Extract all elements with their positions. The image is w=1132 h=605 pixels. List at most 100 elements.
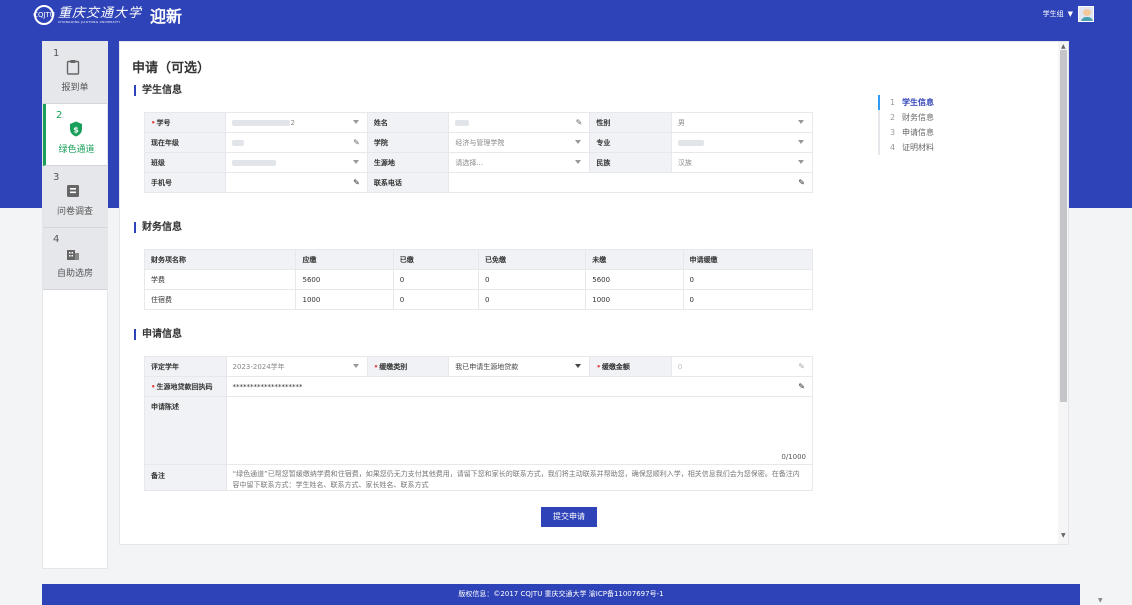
pencil-icon: ✎ [353,178,360,187]
toc-item-docs[interactable]: 4 证明材料 [878,140,998,155]
label-text: 评定学年 [151,362,179,371]
label-text: 姓名 [373,118,388,127]
field-label-id: •学号 [143,112,227,133]
finance-header: 申请缓缴 [682,249,814,270]
contact-phone-input[interactable]: ✎ [448,172,813,193]
table-row: 住宿费 1000 0 0 1000 0 [143,289,814,310]
toc-item-finance[interactable]: 2 财务信息 [878,110,998,125]
pencil-icon: ✎ [798,382,805,391]
step-item-3[interactable]: 3 问卷调查 [43,166,107,228]
scroll-up-icon[interactable]: ▲ [1061,43,1066,50]
label-text: 专业 [596,138,611,147]
step-sidebar: 1 报到单 2 $ 绿色通道 3 问卷调查 4 自助选房 [42,41,108,569]
type-value: 我已申请生源地贷款 [455,362,519,371]
pencil-icon: ✎ [575,118,583,127]
grade-field[interactable]: ✎ [225,132,368,153]
remark-field[interactable]: “绿色通道”已帮您暂缓缴纳学费和住宿费，如果您仍无力支付其他费用，请留下您和家长… [225,464,814,491]
label-text: 现在年级 [151,138,179,147]
site-logo[interactable]: CQJTU 重庆交通大学 CHONGQING JIAOTONG UNIVERSI… [33,3,182,27]
table-row: 学费 5600 0 0 5600 0 [143,269,814,290]
field-label-major: 专业 [589,132,672,153]
loan-code-input[interactable]: ******************** ✎ [225,376,814,397]
footer-text: 版权信息：©2017 CQJTU 重庆交通大学 渝ICP备11007697号-1 [458,590,664,598]
chevron-down-icon [798,120,804,124]
scrollbar[interactable]: ▲ ▼ [1058,42,1068,544]
loan-code-value: ******************** [232,382,303,391]
label-text: 生源地 [373,158,395,167]
class-select[interactable] [225,152,368,173]
scrollbar-thumb[interactable] [1060,50,1067,402]
ethnic-value: 汉族 [677,158,692,167]
student-id-value: 2 [290,118,295,127]
step-item-4[interactable]: 4 自助选房 [43,228,107,290]
survey-icon [67,185,79,197]
label-text: 生源地贷款回执码 [156,382,213,391]
field-label-amount: •缓缴金额 [589,356,672,377]
field-label-type: •缓缴类别 [366,356,450,377]
finance-header: 未缴 [585,249,684,270]
step-label: 问卷调查 [56,207,93,217]
step-label: 绿色通道 [58,145,95,155]
chevron-down-icon [575,160,582,164]
svg-text:$: $ [73,126,79,135]
field-label-statement: 申请陈述 [144,396,227,465]
masked-value [232,139,245,146]
label-text: 性别 [596,118,611,127]
mobile-input[interactable]: ✎ [225,172,368,193]
masked-value [232,159,277,166]
table-cell: 0 [682,289,814,310]
year-value: 2023-2024学年 [232,362,285,371]
step-number: 2 [56,110,63,121]
amount-placeholder: 0 [677,362,683,371]
label-text: 缓缴金额 [601,362,630,371]
gender-value: 男 [677,118,685,127]
scroll-down-icon[interactable]: ▼ [1061,532,1066,539]
field-label-ethnic: 民族 [589,152,672,173]
label-text: 申请陈述 [151,403,179,411]
school-name-en: CHONGQING JIAOTONG UNIVERSITY [58,19,121,24]
toc-item-apply[interactable]: 3 申请信息 [878,125,998,140]
step-label: 自助选房 [56,269,93,279]
remark-text: “绿色通道”已帮您暂缓缴纳学费和住宿费，如果您仍无力支付其他费用，请留下您和家长… [232,470,800,489]
field-label-year: 评定学年 [144,356,227,377]
avatar[interactable] [1078,6,1094,22]
origin-select[interactable]: 请选择... [448,152,591,173]
label-text: 民族 [596,158,611,167]
type-select[interactable]: 我已申请生源地贷款 [448,356,591,377]
table-cell: 0 [392,289,479,310]
pencil-icon: ✎ [798,178,805,187]
footer: 版权信息：©2017 CQJTU 重庆交通大学 渝ICP备11007697号-1 [42,584,1080,605]
pencil-icon: ✎ [798,362,805,371]
user-menu[interactable]: 学生组 ▼ [1043,6,1094,22]
label-text: 联系电话 [373,178,402,187]
table-cell: 5600 [295,269,394,290]
year-select[interactable]: 2023-2024学年 [225,356,368,377]
student-id-select[interactable]: 2 [225,112,368,133]
major-select[interactable] [670,132,814,153]
user-name: 学生组 [1042,10,1064,18]
step-item-2[interactable]: 2 $ 绿色通道 [43,104,107,166]
amount-input[interactable]: 0 ✎ [670,356,814,377]
field-label-name: 姓名 [366,112,450,133]
main-panel: 申请（可选） 学生信息 •学号 2 姓名 ✎ 性别 男 现在年级 ✎ 学院 经济… [119,41,1069,545]
page-title: 申请（可选） [132,61,211,76]
college-select[interactable]: 经济与管理学院 [448,132,591,153]
table-cell: 1000 [585,289,684,310]
step-item-1[interactable]: 1 报到单 [43,42,107,104]
name-field[interactable]: ✎ [448,112,591,133]
gender-select[interactable]: 男 [670,112,814,133]
label-text: 缓缴类别 [379,362,408,371]
ethnic-select[interactable]: 汉族 [670,152,814,173]
page-scroll-down-icon[interactable]: ▼ [1098,597,1103,604]
chevron-down-icon [352,364,359,368]
toc-item-student[interactable]: 1 学生信息 [878,95,998,110]
submit-button[interactable]: 提交申请 [541,507,597,527]
field-label-loan-code: •生源地贷款回执码 [144,376,227,397]
label-text: 手机号 [151,178,172,187]
field-label-origin: 生源地 [366,152,450,173]
section-title-student: 学生信息 [134,85,182,96]
student-info-table: •学号 2 姓名 ✎ 性别 男 现在年级 ✎ 学院 经济与管理学院 专业 班级 … [143,112,814,193]
statement-textarea[interactable]: 0/1000 [225,396,814,465]
table-cell: 5600 [585,269,684,290]
chevron-down-icon: ▼ [1067,10,1073,18]
